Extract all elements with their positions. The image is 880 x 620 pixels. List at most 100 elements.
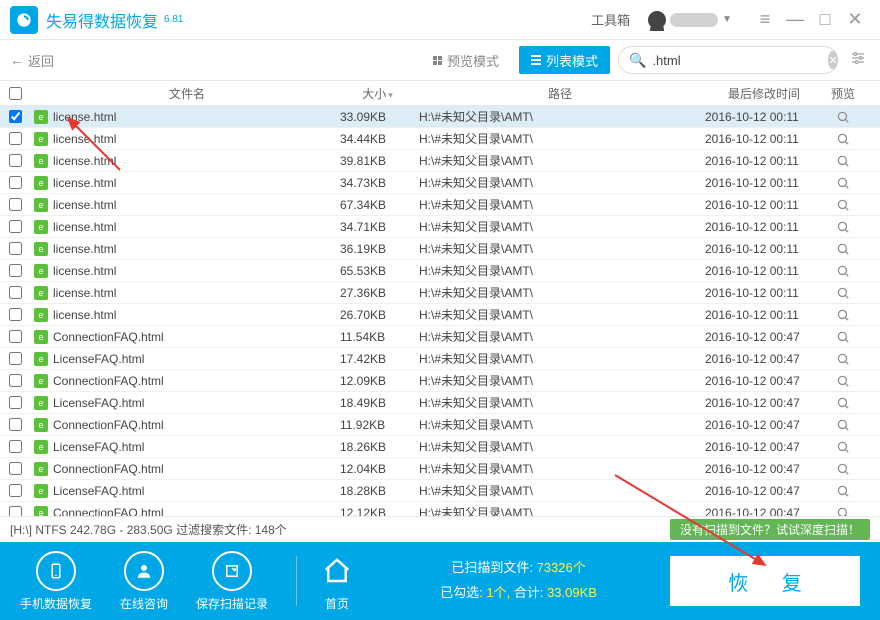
row-checkbox[interactable] (9, 110, 22, 123)
row-checkbox[interactable] (9, 308, 22, 321)
preview-button[interactable] (823, 286, 863, 300)
preview-button[interactable] (823, 330, 863, 344)
file-name: ConnectionFAQ.html (53, 330, 164, 344)
file-date: 2016-10-12 00:47 (705, 396, 823, 410)
row-checkbox[interactable] (9, 220, 22, 233)
table-row[interactable]: eConnectionFAQ.html11.92KBH:\#未知父目录\AMT\… (0, 414, 880, 436)
header-name[interactable]: 文件名 (30, 85, 340, 102)
table-row[interactable]: elicense.html27.36KBH:\#未知父目录\AMT\2016-1… (0, 282, 880, 304)
table-row[interactable]: eLicenseFAQ.html18.28KBH:\#未知父目录\AMT\201… (0, 480, 880, 502)
row-checkbox[interactable] (9, 264, 22, 277)
file-date: 2016-10-12 00:11 (705, 154, 823, 168)
toolbox-link[interactable]: 工具箱 (591, 10, 630, 29)
html-file-icon: e (34, 132, 48, 146)
file-path: H:\#未知父目录\AMT\ (415, 482, 705, 499)
row-checkbox[interactable] (9, 462, 22, 475)
table-row[interactable]: eConnectionFAQ.html12.12KBH:\#未知父目录\AMT\… (0, 502, 880, 516)
table-row[interactable]: elicense.html33.09KBH:\#未知父目录\AMT\2016-1… (0, 106, 880, 128)
preview-button[interactable] (823, 220, 863, 234)
table-row[interactable]: eLicenseFAQ.html18.49KBH:\#未知父目录\AMT\201… (0, 392, 880, 414)
home-button[interactable]: 首页 (317, 551, 357, 612)
header-modified[interactable]: 最后修改时间 (705, 85, 823, 102)
preview-button[interactable] (823, 462, 863, 476)
recover-button[interactable]: 恢 复 (670, 556, 860, 606)
file-size: 34.44KB (340, 132, 415, 146)
phone-icon (36, 551, 76, 591)
table-row[interactable]: elicense.html39.81KBH:\#未知父目录\AMT\2016-1… (0, 150, 880, 172)
user-menu[interactable]: ▼ (648, 11, 732, 29)
preview-mode-button[interactable]: 预览模式 (421, 46, 511, 74)
back-label: 返回 (28, 51, 54, 70)
preview-button[interactable] (823, 154, 863, 168)
header-preview[interactable]: 预览 (823, 85, 863, 102)
preview-button[interactable] (823, 308, 863, 322)
back-button[interactable]: ← 返回 (10, 51, 54, 70)
file-date: 2016-10-12 00:11 (705, 286, 823, 300)
table-row[interactable]: elicense.html67.34KBH:\#未知父目录\AMT\2016-1… (0, 194, 880, 216)
preview-button[interactable] (823, 176, 863, 190)
phone-recovery-button[interactable]: 手机数据恢复 (20, 551, 92, 612)
deep-scan-button[interactable]: 没有扫描到文件？试试深度扫描！ (670, 519, 870, 540)
preview-button[interactable] (823, 374, 863, 388)
preview-button[interactable] (823, 440, 863, 454)
html-file-icon: e (34, 418, 48, 432)
file-size: 11.54KB (340, 330, 415, 344)
row-checkbox[interactable] (9, 198, 22, 211)
table-row[interactable]: elicense.html26.70KBH:\#未知父目录\AMT\2016-1… (0, 304, 880, 326)
row-checkbox[interactable] (9, 506, 22, 516)
online-chat-button[interactable]: 在线咨询 (120, 551, 168, 612)
row-checkbox[interactable] (9, 440, 22, 453)
preview-button[interactable] (823, 242, 863, 256)
table-row[interactable]: eLicenseFAQ.html17.42KBH:\#未知父目录\AMT\201… (0, 348, 880, 370)
clear-search-button[interactable]: ✕ (828, 51, 837, 69)
preview-button[interactable] (823, 418, 863, 432)
table-row[interactable]: elicense.html65.53KBH:\#未知父目录\AMT\2016-1… (0, 260, 880, 282)
table-row[interactable]: eConnectionFAQ.html12.09KBH:\#未知父目录\AMT\… (0, 370, 880, 392)
minimize-button[interactable]: — (780, 5, 810, 35)
table-row[interactable]: eConnectionFAQ.html11.54KBH:\#未知父目录\AMT\… (0, 326, 880, 348)
back-arrow-icon: ← (10, 52, 24, 68)
row-checkbox[interactable] (9, 242, 22, 255)
preview-button[interactable] (823, 484, 863, 498)
header-size[interactable]: 大小▾ (340, 85, 415, 102)
row-checkbox[interactable] (9, 154, 22, 167)
file-path: H:\#未知父目录\AMT\ (415, 152, 705, 169)
preview-button[interactable] (823, 132, 863, 146)
row-checkbox[interactable] (9, 352, 22, 365)
file-name: license.html (53, 132, 116, 146)
table-row[interactable]: elicense.html34.44KBH:\#未知父目录\AMT\2016-1… (0, 128, 880, 150)
header-path[interactable]: 路径 (415, 85, 705, 102)
row-checkbox[interactable] (9, 286, 22, 299)
row-checkbox[interactable] (9, 374, 22, 387)
row-checkbox[interactable] (9, 418, 22, 431)
table-row[interactable]: elicense.html36.19KBH:\#未知父目录\AMT\2016-1… (0, 238, 880, 260)
search-box[interactable]: 🔍 ✕ (618, 46, 838, 74)
preview-button[interactable] (823, 198, 863, 212)
html-file-icon: e (34, 110, 48, 124)
table-row[interactable]: elicense.html34.71KBH:\#未知父目录\AMT\2016-1… (0, 216, 880, 238)
select-all-checkbox[interactable] (9, 87, 22, 100)
table-row[interactable]: eConnectionFAQ.html12.04KBH:\#未知父目录\AMT\… (0, 458, 880, 480)
table-row[interactable]: elicense.html34.73KBH:\#未知父目录\AMT\2016-1… (0, 172, 880, 194)
preview-button[interactable] (823, 506, 863, 517)
table-row[interactable]: eLicenseFAQ.html18.26KBH:\#未知父目录\AMT\201… (0, 436, 880, 458)
save-scan-button[interactable]: 保存扫描记录 (196, 551, 268, 612)
html-file-icon: e (34, 308, 48, 322)
close-button[interactable]: ✕ (840, 5, 870, 35)
search-input[interactable] (652, 53, 828, 68)
list-mode-button[interactable]: 列表模式 (519, 46, 610, 74)
row-checkbox[interactable] (9, 330, 22, 343)
row-checkbox[interactable] (9, 176, 22, 189)
preview-button[interactable] (823, 396, 863, 410)
file-name: LicenseFAQ.html (53, 352, 144, 366)
menu-button[interactable]: ≡ (750, 5, 780, 35)
preview-button[interactable] (823, 110, 863, 124)
maximize-button[interactable]: □ (810, 5, 840, 35)
preview-button[interactable] (823, 352, 863, 366)
row-checkbox[interactable] (9, 132, 22, 145)
preview-button[interactable] (823, 264, 863, 278)
html-file-icon: e (34, 286, 48, 300)
row-checkbox[interactable] (9, 484, 22, 497)
row-checkbox[interactable] (9, 396, 22, 409)
filter-button[interactable] (846, 50, 870, 71)
